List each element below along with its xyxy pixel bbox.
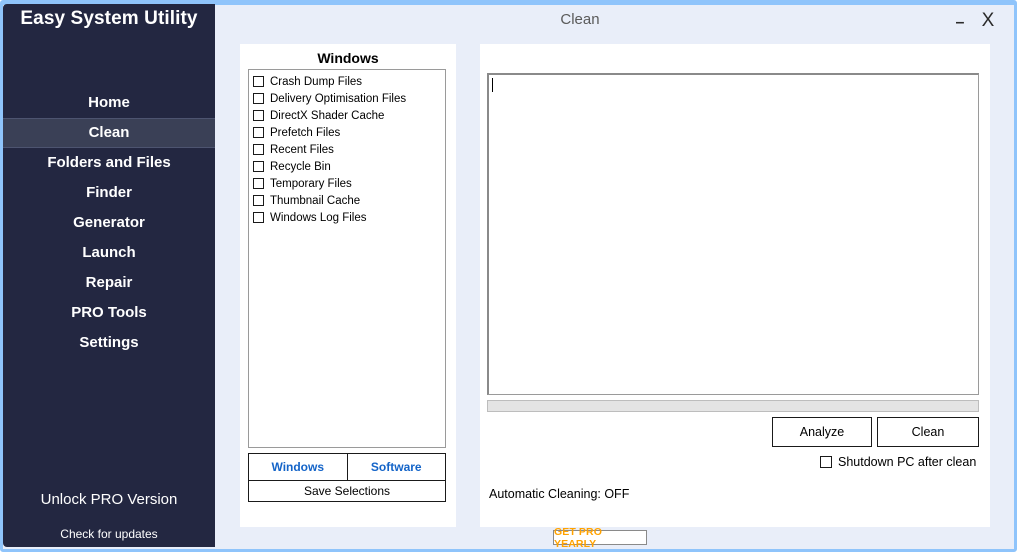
list-item[interactable]: Thumbnail Cache xyxy=(249,192,445,209)
save-selections-button[interactable]: Save Selections xyxy=(248,481,446,502)
checkbox-icon[interactable] xyxy=(253,127,264,138)
list-item[interactable]: Crash Dump Files xyxy=(249,73,445,90)
list-item-label: Recent Files xyxy=(270,143,334,156)
checkbox-icon[interactable] xyxy=(253,178,264,189)
tab-windows[interactable]: Windows xyxy=(248,453,348,481)
analyze-button[interactable]: Analyze xyxy=(772,417,872,447)
sidebar-item-settings[interactable]: Settings xyxy=(3,328,215,358)
app-window: Clean – X Easy System Utility Home Clean F… xyxy=(0,0,1017,552)
list-item-label: Windows Log Files xyxy=(270,211,367,224)
checkbox-icon[interactable] xyxy=(253,76,264,87)
list-item-label: Thumbnail Cache xyxy=(270,194,361,207)
automatic-cleaning-status: Automatic Cleaning: OFF xyxy=(489,487,630,501)
sidebar-item-finder[interactable]: Finder xyxy=(3,178,215,208)
sidebar-item-generator[interactable]: Generator xyxy=(3,208,215,238)
sidebar-item-home[interactable]: Home xyxy=(3,88,215,118)
list-item[interactable]: Delivery Optimisation Files xyxy=(249,90,445,107)
checkbox-icon[interactable] xyxy=(253,161,264,172)
list-item-label: Crash Dump Files xyxy=(270,75,363,88)
list-item-label: Prefetch Files xyxy=(270,126,341,139)
sidebar: Easy System Utility Home Clean Folders and… xyxy=(3,4,215,547)
shutdown-after-clean-label: Shutdown PC after clean xyxy=(838,455,977,469)
checkbox-icon[interactable] xyxy=(253,144,264,155)
close-button[interactable]: X xyxy=(978,10,998,32)
log-textarea[interactable] xyxy=(487,73,979,395)
list-item-label: Temporary Files xyxy=(270,177,352,190)
get-pro-yearly-button[interactable]: GET PRO YEARLY xyxy=(553,526,647,550)
checkbox-icon[interactable] xyxy=(253,93,264,104)
cleaner-categories-panel: Windows Crash Dump Files Delivery Optimis… xyxy=(240,44,456,527)
sidebar-nav: Home Clean Folders and Files Finder Generato… xyxy=(3,88,215,358)
sidebar-item-repair[interactable]: Repair xyxy=(3,268,215,298)
text-caret xyxy=(492,78,493,92)
shutdown-after-clean-checkbox[interactable]: Shutdown PC after clean xyxy=(820,455,976,469)
cleaner-items-list[interactable]: Crash Dump Files Delivery Optimisation Fi… xyxy=(248,69,446,448)
checkbox-icon[interactable] xyxy=(820,456,832,468)
list-item[interactable]: Prefetch Files xyxy=(249,124,445,141)
list-item-label: Recycle Bin xyxy=(270,160,331,173)
list-item[interactable]: Recycle Bin xyxy=(249,158,445,175)
list-item[interactable]: Recent Files xyxy=(249,141,445,158)
checkbox-icon[interactable] xyxy=(253,212,264,223)
progress-bar xyxy=(487,400,979,412)
sidebar-item-folders-and-files[interactable]: Folders and Files xyxy=(3,148,215,178)
sidebar-item-pro-tools[interactable]: PRO Tools xyxy=(3,298,215,328)
list-item-label: Delivery Optimisation Files xyxy=(270,92,407,105)
minimize-button[interactable]: – xyxy=(952,15,968,31)
tab-software[interactable]: Software xyxy=(347,453,446,481)
list-item[interactable]: DirectX Shader Cache xyxy=(249,107,445,124)
cleaner-output-panel: Analyze Clean Shutdown PC after clean Au… xyxy=(480,44,990,527)
source-tabs: Windows Software xyxy=(248,453,446,481)
sidebar-item-launch[interactable]: Launch xyxy=(3,238,215,268)
list-item[interactable]: Temporary Files xyxy=(249,175,445,192)
panel-title: Windows xyxy=(317,50,379,66)
page-title: Clean xyxy=(560,11,600,28)
checkbox-icon[interactable] xyxy=(253,195,264,206)
sidebar-item-clean[interactable]: Clean xyxy=(3,118,215,148)
check-for-updates-link[interactable]: Check for updates xyxy=(3,527,215,541)
clean-button[interactable]: Clean xyxy=(877,417,979,447)
app-brand-title: Easy System Utility xyxy=(20,8,198,29)
checkbox-icon[interactable] xyxy=(253,110,264,121)
unlock-pro-version-link[interactable]: Unlock PRO Version xyxy=(3,491,215,508)
list-item-label: DirectX Shader Cache xyxy=(270,109,385,122)
list-item[interactable]: Windows Log Files xyxy=(249,209,445,226)
